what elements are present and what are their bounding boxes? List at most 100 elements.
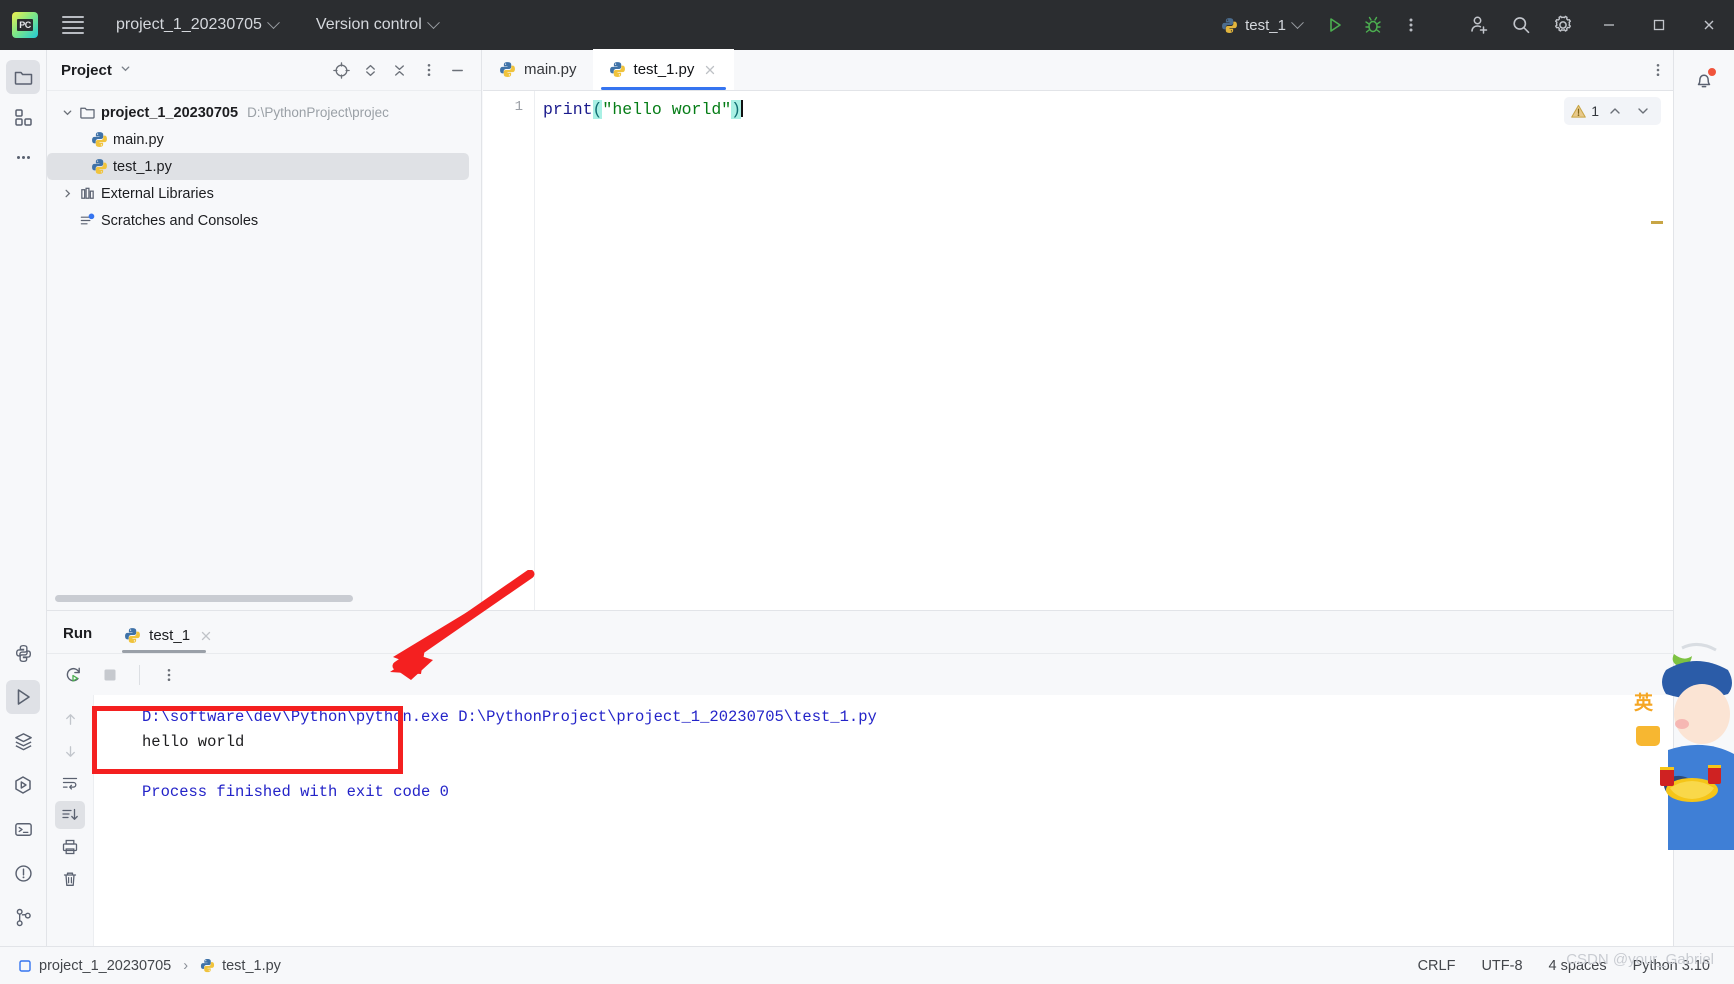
breadcrumb-file[interactable]: test_1.py	[196, 955, 285, 977]
run-tab-test1[interactable]: test_1	[118, 627, 224, 653]
sidebar-item-project[interactable]	[6, 60, 40, 94]
close-icon	[1704, 20, 1714, 30]
pycharm-logo-text: PC	[17, 19, 33, 31]
sidebar-item-python-console[interactable]	[6, 636, 40, 670]
run-tab-close-button[interactable]	[198, 628, 214, 644]
settings-button[interactable]	[1544, 8, 1582, 42]
rerun-icon	[66, 667, 80, 682]
debug-button[interactable]	[1354, 8, 1392, 42]
project-panel-header: Project	[47, 50, 481, 91]
stop-button[interactable]	[95, 660, 125, 690]
next-occurrence-button[interactable]	[55, 737, 85, 765]
sidebar-item-terminal[interactable]	[6, 812, 40, 846]
minimize-window-button[interactable]	[1586, 0, 1632, 50]
breadcrumb-module[interactable]: project_1_20230705	[14, 955, 175, 977]
run-icon	[1330, 18, 1341, 32]
share-project-button[interactable]	[1460, 8, 1498, 42]
ellipsis-icon	[16, 155, 30, 159]
target-icon	[333, 61, 350, 79]
gear-icon	[1555, 15, 1571, 32]
code-body[interactable]: print("hello world")	[535, 91, 1673, 610]
editor-scrollbar-warning-marker[interactable]	[1651, 221, 1663, 224]
maximize-window-button[interactable]	[1636, 0, 1682, 50]
sidebar-item-version-control[interactable]	[6, 900, 40, 934]
next-problem-button[interactable]	[1631, 100, 1655, 122]
tree-row-scratches[interactable]: Scratches and Consoles	[47, 207, 481, 234]
chevron-down-icon	[426, 15, 440, 29]
chevron-up-icon	[1610, 108, 1620, 114]
hex-play-icon	[15, 776, 31, 794]
editor-tab-bar: main.py test_1.py	[483, 49, 1673, 91]
left-tool-rail	[0, 50, 47, 946]
twisty-open-icon[interactable]	[57, 107, 77, 118]
notifications-button[interactable]	[1686, 62, 1722, 98]
rail-top-group	[6, 50, 40, 174]
print-console-button[interactable]	[55, 833, 85, 861]
inspection-widget[interactable]: 1	[1564, 97, 1661, 125]
sidebar-item-python-packages[interactable]	[6, 768, 40, 802]
code-token-open-paren: (	[592, 100, 603, 119]
editor-area: main.py test_1.py 1 print("hello world")…	[483, 49, 1673, 610]
sidebar-item-services[interactable]	[6, 724, 40, 758]
select-opened-file-button[interactable]	[328, 57, 355, 84]
tree-row-external-libraries[interactable]: External Libraries	[47, 180, 481, 207]
console-output[interactable]: D:\software\dev\Python\python.exe D:\Pyt…	[94, 695, 1673, 946]
sidebar-item-more[interactable]	[6, 140, 40, 174]
hide-project-panel-button[interactable]	[444, 57, 471, 84]
more-run-options-button[interactable]	[1392, 8, 1430, 42]
twisty-closed-icon[interactable]	[57, 188, 77, 199]
code-editor[interactable]: 1 print("hello world") 1	[483, 91, 1673, 610]
previous-problem-button[interactable]	[1603, 100, 1627, 122]
editor-tab-options-button[interactable]	[1643, 49, 1673, 90]
status-encoding[interactable]: UTF-8	[1481, 958, 1522, 974]
collapse-all-button[interactable]	[386, 57, 413, 84]
tree-path: D:\PythonProject\projec	[247, 105, 389, 120]
code-line-1: print("hello world")	[535, 99, 1673, 120]
project-view-selector[interactable]	[120, 61, 131, 79]
arrow-down-icon	[65, 745, 75, 757]
module-icon	[19, 959, 31, 972]
editor-tab-close-button[interactable]	[702, 62, 718, 78]
tree-label: project_1_20230705	[101, 104, 239, 121]
status-line-separator[interactable]: CRLF	[1418, 958, 1456, 974]
sidebar-item-problems[interactable]	[6, 856, 40, 890]
main-menu-icon[interactable]	[62, 12, 84, 38]
project-options-button[interactable]	[415, 57, 442, 84]
breadcrumb-module-label: project_1_20230705	[39, 957, 172, 974]
soft-wrap-button[interactable]	[55, 769, 85, 797]
code-token-close-paren: )	[731, 100, 742, 119]
chevron-down-icon	[267, 15, 280, 29]
tree-label: External Libraries	[101, 185, 214, 202]
project-name-button[interactable]: project_1_20230705	[110, 12, 284, 38]
status-interpreter[interactable]: Python 3.10	[1633, 958, 1710, 974]
project-panel-horizontal-scrollbar[interactable]	[55, 595, 353, 602]
run-button[interactable]	[1316, 8, 1354, 42]
run-configuration-selector[interactable]: test_1	[1213, 12, 1310, 39]
close-window-button[interactable]	[1686, 0, 1732, 50]
clear-console-button[interactable]	[55, 865, 85, 893]
tree-row-main-py[interactable]: main.py	[47, 126, 481, 153]
scroll-to-end-button[interactable]	[55, 801, 85, 829]
rerun-button[interactable]	[59, 660, 89, 690]
editor-tab-test1-py[interactable]: test_1.py	[592, 49, 735, 90]
expand-collapse-button[interactable]	[357, 57, 384, 84]
previous-occurrence-button[interactable]	[55, 705, 85, 733]
tree-row-project-root[interactable]: project_1_20230705 D:\PythonProject\proj…	[47, 99, 481, 126]
sidebar-item-run[interactable]	[6, 680, 40, 714]
run-panel-options-button[interactable]	[154, 660, 184, 690]
sidebar-item-commit[interactable]	[6, 100, 40, 134]
version-control-button[interactable]: Version control	[310, 12, 444, 38]
python-console-icon	[15, 644, 31, 662]
terminal-icon	[14, 822, 32, 836]
title-bar: PC project_1_20230705 Version control te…	[0, 0, 1734, 50]
python-file-icon	[609, 62, 625, 77]
notification-unread-dot	[1707, 67, 1717, 77]
tree-row-test1-py[interactable]: test_1.py	[47, 153, 469, 180]
search-everywhere-button[interactable]	[1502, 8, 1540, 42]
editor-tab-main-py[interactable]: main.py	[483, 49, 593, 90]
add-user-icon	[1471, 16, 1488, 34]
arrow-up-icon	[65, 713, 75, 725]
status-indent[interactable]: 4 spaces	[1549, 958, 1607, 974]
warning-circle-icon	[14, 864, 32, 882]
